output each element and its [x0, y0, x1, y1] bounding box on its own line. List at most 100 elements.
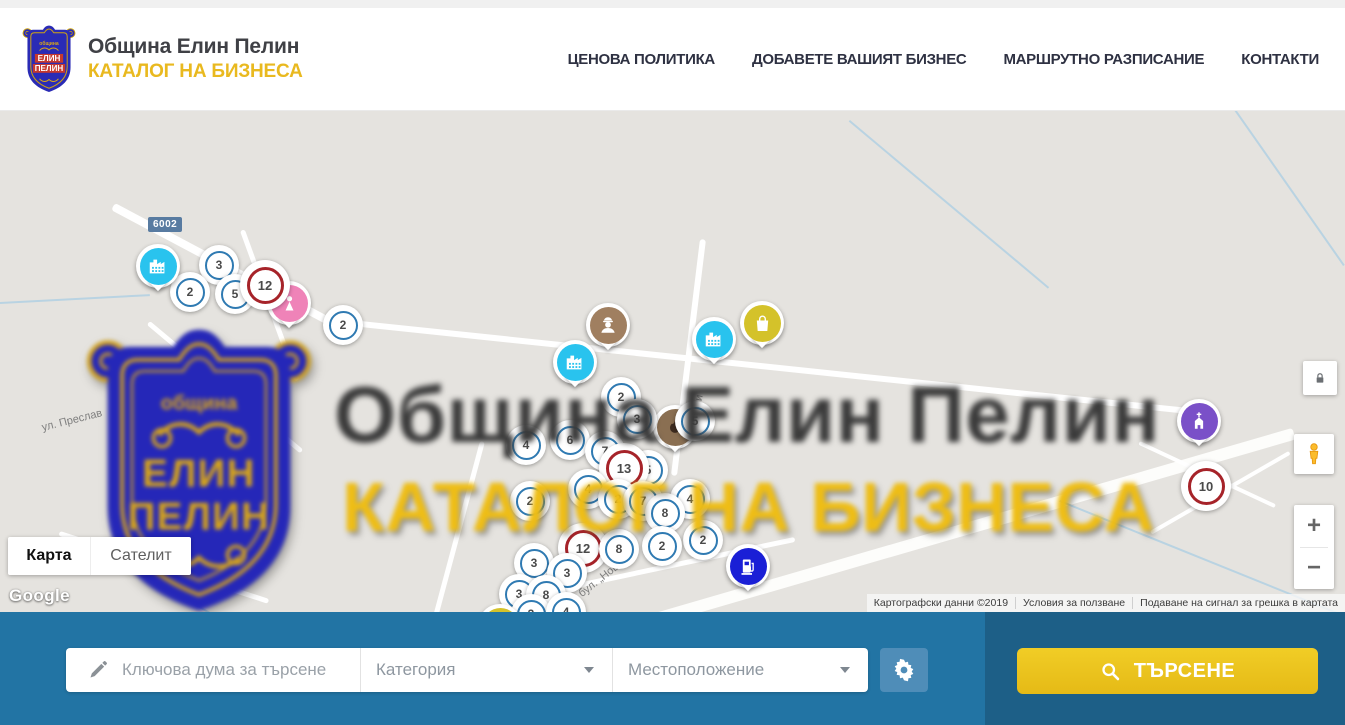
map-type-control: Карта Сателит: [8, 537, 191, 575]
cluster-count: 2: [700, 533, 707, 547]
keyword-section: [66, 648, 360, 692]
lock-button[interactable]: [1303, 361, 1337, 395]
factory-category-pin[interactable]: [553, 340, 597, 384]
attribution-report-error-link[interactable]: Подаване на сигнал за грешка в картата: [1132, 597, 1345, 609]
cluster-marker[interactable]: 3: [617, 399, 657, 439]
cluster-marker[interactable]: 8: [599, 529, 639, 569]
cluster-count: 4: [585, 482, 592, 496]
zoom-in-button[interactable]: +: [1294, 505, 1334, 547]
cluster-count: 6: [567, 433, 574, 447]
search-button-label: ТЪРСЕНЕ: [1134, 660, 1236, 683]
logo-text: Община Елин Пелин КАТАЛОГ НА БИЗНЕСА: [88, 35, 303, 83]
svg-text:ПЕЛИН: ПЕЛИН: [35, 64, 64, 73]
cluster-count: 3: [634, 412, 641, 426]
factory-category-pin[interactable]: [692, 317, 736, 361]
stream: [1228, 111, 1344, 266]
cluster-count: 13: [617, 461, 631, 476]
church-category-pin[interactable]: [1177, 399, 1221, 443]
cluster-count: 2: [618, 390, 625, 404]
svg-text:ЕЛИН: ЕЛИН: [142, 453, 256, 496]
gear-icon: [892, 658, 916, 682]
cluster-marker[interactable]: 6: [550, 420, 590, 460]
search-input-group: Категория Местоположение: [66, 648, 868, 692]
lock-icon: [1312, 370, 1328, 386]
cluster-marker[interactable]: 2: [323, 305, 363, 345]
site-header: община ЕЛИН ПЕЛИН Община Елин Пелин КАТА…: [0, 8, 1345, 111]
cluster-count: 3: [531, 556, 538, 570]
keyword-search-input[interactable]: [122, 660, 342, 680]
cluster-count: 2: [659, 539, 666, 553]
cluster-count: 10: [1199, 479, 1213, 494]
watermark-title: Община Елин Пелин: [334, 369, 1160, 461]
attribution-terms-link[interactable]: Условия за ползване: [1015, 597, 1132, 609]
search-button[interactable]: ТЪРСЕНЕ: [1017, 648, 1318, 694]
cluster-count: 8: [616, 542, 623, 556]
cluster-marker[interactable]: 4: [506, 425, 546, 465]
google-logo[interactable]: Google: [9, 586, 70, 606]
svg-text:община: община: [39, 40, 59, 47]
map-type-satellite-button[interactable]: Сателит: [90, 537, 191, 575]
stream: [0, 294, 150, 305]
cluster-count: 5: [692, 414, 699, 428]
page: община ЕЛИН ПЕЛИН Община Елин Пелин КАТА…: [0, 0, 1345, 725]
cluster-count: 2: [527, 494, 534, 508]
road: [428, 441, 485, 612]
category-dropdown-label: Категория: [376, 660, 455, 680]
cluster-marker[interactable]: 5: [675, 401, 715, 441]
main-nav: ЦЕНОВА ПОЛИТИКА ДОБАВЕТЕ ВАШИЯТ БИЗНЕС М…: [568, 51, 1319, 68]
attribution-copyright: Картографски данни ©2019: [867, 597, 1015, 609]
cluster-count: 4: [523, 438, 530, 452]
cluster-marker[interactable]: 2: [510, 481, 550, 521]
cluster-count: 3: [564, 566, 571, 580]
fuel-category-pin[interactable]: [726, 544, 770, 588]
nav-item-pricing[interactable]: ЦЕНОВА ПОЛИТИКА: [568, 51, 715, 68]
zoom-out-button[interactable]: −: [1294, 548, 1334, 590]
factory-category-pin[interactable]: [136, 244, 180, 288]
cluster-count: 2: [340, 318, 347, 332]
search-bar: Категория Местоположение ТЪРСЕНЕ: [0, 612, 1345, 725]
chevron-down-icon: [840, 667, 850, 673]
map-canvas[interactable]: 3251222356475134227482212833383425106002…: [0, 111, 1345, 612]
pencil-icon: [88, 660, 108, 680]
stream: [849, 120, 1049, 289]
cluster-count: 2: [615, 492, 622, 506]
nav-item-transport-schedule[interactable]: МАРШРУТНО РАЗПИСАНИЕ: [1003, 51, 1204, 68]
road-number-badge: 6002: [148, 217, 182, 232]
cluster-count: 12: [576, 541, 590, 556]
cluster-marker[interactable]: 12: [240, 260, 290, 310]
svg-text:ЕЛИН: ЕЛИН: [38, 54, 61, 63]
cluster-marker[interactable]: 2: [683, 520, 723, 560]
cluster-marker[interactable]: 10: [1181, 461, 1231, 511]
search-icon: [1100, 661, 1121, 682]
chevron-down-icon: [584, 667, 594, 673]
nav-item-add-business[interactable]: ДОБАВЕТЕ ВАШИЯТ БИЗНЕС: [752, 51, 966, 68]
cluster-count: 4: [563, 605, 570, 612]
advanced-search-button[interactable]: [880, 648, 928, 692]
street-view-pegman-button[interactable]: [1294, 434, 1334, 474]
pegman-icon: [1301, 441, 1327, 467]
category-dropdown[interactable]: Категория: [360, 648, 612, 692]
location-dropdown[interactable]: Местоположение: [612, 648, 868, 692]
cluster-marker[interactable]: 2: [642, 526, 682, 566]
cluster-count: 3: [216, 258, 223, 272]
svg-text:ПЕЛИН: ПЕЛИН: [128, 495, 271, 538]
top-strip: [0, 0, 1345, 8]
nav-item-contacts[interactable]: КОНТАКТИ: [1241, 51, 1319, 68]
map-type-map-button[interactable]: Карта: [8, 537, 90, 575]
svg-text:община: община: [161, 393, 239, 415]
worker-category-pin[interactable]: [586, 303, 630, 347]
cluster-count: 5: [232, 287, 239, 301]
cluster-count: 2: [187, 285, 194, 299]
cluster-count: 8: [662, 506, 669, 520]
street-label: ул. Преслав: [41, 407, 104, 434]
logo-title: Община Елин Пелин: [88, 35, 303, 59]
site-logo[interactable]: община ЕЛИН ПЕЛИН Община Елин Пелин КАТА…: [22, 25, 303, 94]
map-attribution: Картографски данни ©2019 Условия за полз…: [867, 594, 1345, 612]
bag-category-pin[interactable]: [740, 301, 784, 345]
logo-subtitle: КАТАЛОГ НА БИЗНЕСА: [88, 61, 303, 83]
municipality-crest-icon: община ЕЛИН ПЕЛИН: [22, 25, 76, 94]
cluster-count: 4: [687, 492, 694, 506]
cluster-count: 12: [258, 278, 272, 293]
zoom-control: + −: [1294, 505, 1334, 589]
location-dropdown-label: Местоположение: [628, 660, 764, 680]
